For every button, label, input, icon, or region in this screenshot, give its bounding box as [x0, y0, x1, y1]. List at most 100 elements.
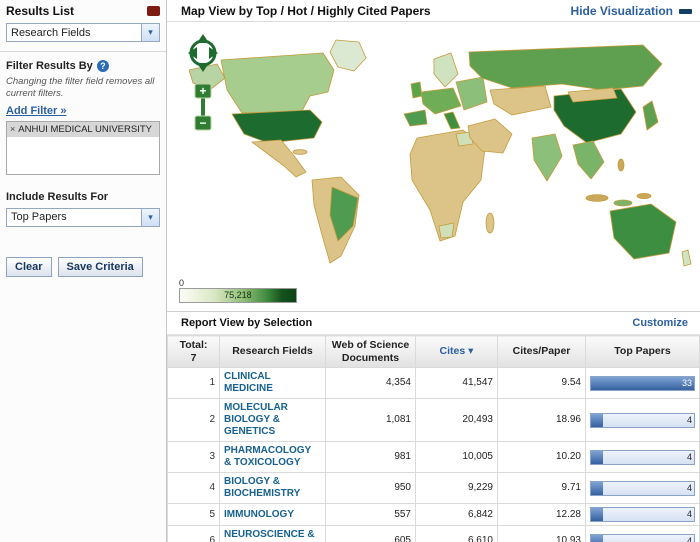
cites-sort-link[interactable]: Cites — [440, 345, 466, 357]
research-fields-header: Research Fields — [219, 334, 326, 369]
pan-down-icon[interactable] — [197, 63, 209, 72]
docs-cell: 605 — [325, 525, 416, 542]
top-papers-bar[interactable]: 4 — [590, 412, 695, 428]
top-papers-bar[interactable]: 33 — [590, 375, 695, 391]
sidebar-divider — [0, 51, 166, 52]
active-filter-item[interactable]: × ANHUI MEDICAL UNIVERSITY — [7, 121, 159, 138]
field-cell: NEUROSCIENCE & BEHAVIOR — [219, 525, 326, 542]
top-papers-cell: 33 — [585, 367, 700, 400]
chevron-down-icon: ▾ — [141, 24, 159, 41]
docs-cell: 4,354 — [325, 367, 416, 400]
top-papers-header: Top Papers — [585, 334, 700, 369]
top-papers-value: 33 — [681, 377, 692, 388]
results-list-label: Results List — [6, 4, 75, 18]
top-papers-cell: 4 — [585, 441, 700, 474]
field-cell: CLINICAL MEDICINE — [219, 367, 326, 400]
table-row: 1 CLINICAL MEDICINE 4,354 41,547 9.54 33 — [167, 367, 700, 400]
field-cell: IMMUNOLOGY — [219, 503, 326, 527]
table-row: 5 IMMUNOLOGY 557 6,842 12.28 4 — [167, 503, 700, 527]
top-papers-cell: 4 — [585, 398, 700, 443]
rank-cell: 1 — [167, 367, 220, 400]
total-label: Total: — [179, 339, 208, 351]
map-legend: 0 75,218 — [179, 278, 700, 303]
top-papers-bar-fill — [591, 481, 604, 495]
top-papers-value: 4 — [686, 451, 692, 462]
rank-cell: 4 — [167, 472, 220, 505]
top-papers-bar[interactable]: 4 — [590, 449, 695, 465]
cites-per-paper-header: Cites/Paper — [497, 334, 586, 369]
save-criteria-button[interactable]: Save Criteria — [57, 256, 143, 277]
top-papers-bar-fill — [591, 413, 604, 427]
world-map[interactable] — [173, 30, 695, 270]
research-field-link[interactable]: PHARMACOLOGY & TOXICOLOGY — [224, 445, 311, 468]
top-papers-bar-fill — [591, 534, 604, 542]
map-pan-zoom-control[interactable]: + − — [185, 32, 221, 136]
research-field-link[interactable]: IMMUNOLOGY — [224, 509, 294, 520]
filter-results-header: Filter Results By ? — [6, 60, 160, 72]
collapse-panel-icon[interactable] — [147, 6, 160, 16]
filter-results-label: Filter Results By — [6, 60, 93, 72]
pan-up-icon[interactable] — [197, 34, 209, 43]
rank-cell: 2 — [167, 398, 220, 443]
field-cell: MOLECULAR BIOLOGY & GENETICS — [219, 398, 326, 443]
table-row: 4 BIOLOGY & BIOCHEMISTRY 950 9,229 9.71 4 — [167, 472, 700, 505]
top-papers-cell: 4 — [585, 472, 700, 505]
legend-gradient-bar: 75,218 — [179, 288, 297, 303]
cites-per-paper-cell: 9.54 — [497, 367, 586, 400]
map-area: + − — [167, 22, 700, 272]
help-icon[interactable]: ? — [96, 60, 109, 72]
cites-cell: 9,229 — [415, 472, 498, 505]
zoom-out-glyph: − — [199, 116, 206, 130]
top-papers-value: 4 — [686, 509, 692, 520]
results-list-header: Results List — [6, 4, 160, 18]
field-cell: PHARMACOLOGY & TOXICOLOGY — [219, 441, 326, 474]
remove-filter-icon[interactable]: × — [10, 124, 15, 136]
report-table-body: 1 CLINICAL MEDICINE 4,354 41,547 9.54 33 2 MOLE… — [167, 367, 700, 542]
top-papers-value: 4 — [686, 414, 692, 425]
page: Results List Research Fields ▾ Filter Re… — [0, 0, 700, 542]
customize-link[interactable]: Customize — [632, 317, 688, 329]
include-results-label: Include Results For — [6, 190, 109, 203]
map-view-title: Map View by Top / Hot / Highly Cited Pap… — [181, 4, 431, 18]
research-field-link[interactable]: NEUROSCIENCE & BEHAVIOR — [224, 529, 315, 542]
clear-button[interactable]: Clear — [6, 256, 52, 277]
top-papers-bar[interactable]: 4 — [590, 480, 695, 496]
minimize-icon — [679, 8, 692, 14]
docs-cell: 950 — [325, 472, 416, 505]
cites-per-paper-cell: 10.93 — [497, 525, 586, 542]
field-cell: BIOLOGY & BIOCHEMISTRY — [219, 472, 326, 505]
sidebar-buttons: Clear Save Criteria — [6, 256, 160, 277]
active-filters-box: × ANHUI MEDICAL UNIVERSITY — [6, 120, 160, 175]
include-results-dropdown-value: Top Papers — [11, 211, 67, 224]
research-field-link[interactable]: BIOLOGY & BIOCHEMISTRY — [224, 476, 300, 499]
research-field-link[interactable]: CLINICAL MEDICINE — [224, 371, 273, 394]
docs-cell: 981 — [325, 441, 416, 474]
filter-note: Changing the filter field removes all cu… — [6, 76, 155, 99]
map-view-header: Map View by Top / Hot / Highly Cited Pap… — [167, 0, 700, 22]
cites-sort-header[interactable]: Cites ▾ — [415, 334, 498, 369]
results-list-dropdown[interactable]: Research Fields ▾ — [6, 23, 160, 42]
include-results-dropdown[interactable]: Top Papers ▾ — [6, 207, 160, 227]
cites-per-paper-cell: 18.96 — [497, 398, 586, 443]
hide-visualization-label: Hide Visualization — [570, 4, 673, 18]
results-list-dropdown-value: Research Fields — [11, 26, 91, 39]
research-field-link[interactable]: MOLECULAR BIOLOGY & GENETICS — [224, 402, 288, 437]
table-row: 3 PHARMACOLOGY & TOXICOLOGY 981 10,005 10.20… — [167, 441, 700, 474]
top-papers-bar[interactable]: 4 — [590, 507, 695, 523]
docs-cell: 557 — [325, 503, 416, 527]
hide-visualization-link[interactable]: Hide Visualization — [571, 4, 692, 18]
legend-max-label: 75,218 — [224, 290, 252, 300]
table-row: 2 MOLECULAR BIOLOGY & GENETICS 1,081 20,493… — [167, 398, 700, 443]
cites-cell: 10,005 — [415, 441, 498, 474]
zoom-in-glyph: + — [199, 84, 206, 98]
top-papers-cell: 4 — [585, 503, 700, 527]
report-table: Total: 7 Research Fields Web of Science … — [167, 334, 700, 542]
cites-per-paper-cell: 12.28 — [497, 503, 586, 527]
total-value: 7 — [190, 351, 197, 364]
add-filter-link[interactable]: Add Filter » — [6, 105, 67, 117]
main-content: Map View by Top / Hot / Highly Cited Pap… — [167, 0, 700, 542]
legend-min-label: 0 — [179, 278, 185, 288]
top-papers-bar[interactable]: 4 — [590, 533, 695, 542]
cites-per-paper-cell: 9.71 — [497, 472, 586, 505]
report-view-title: Report View by Selection — [181, 317, 313, 329]
